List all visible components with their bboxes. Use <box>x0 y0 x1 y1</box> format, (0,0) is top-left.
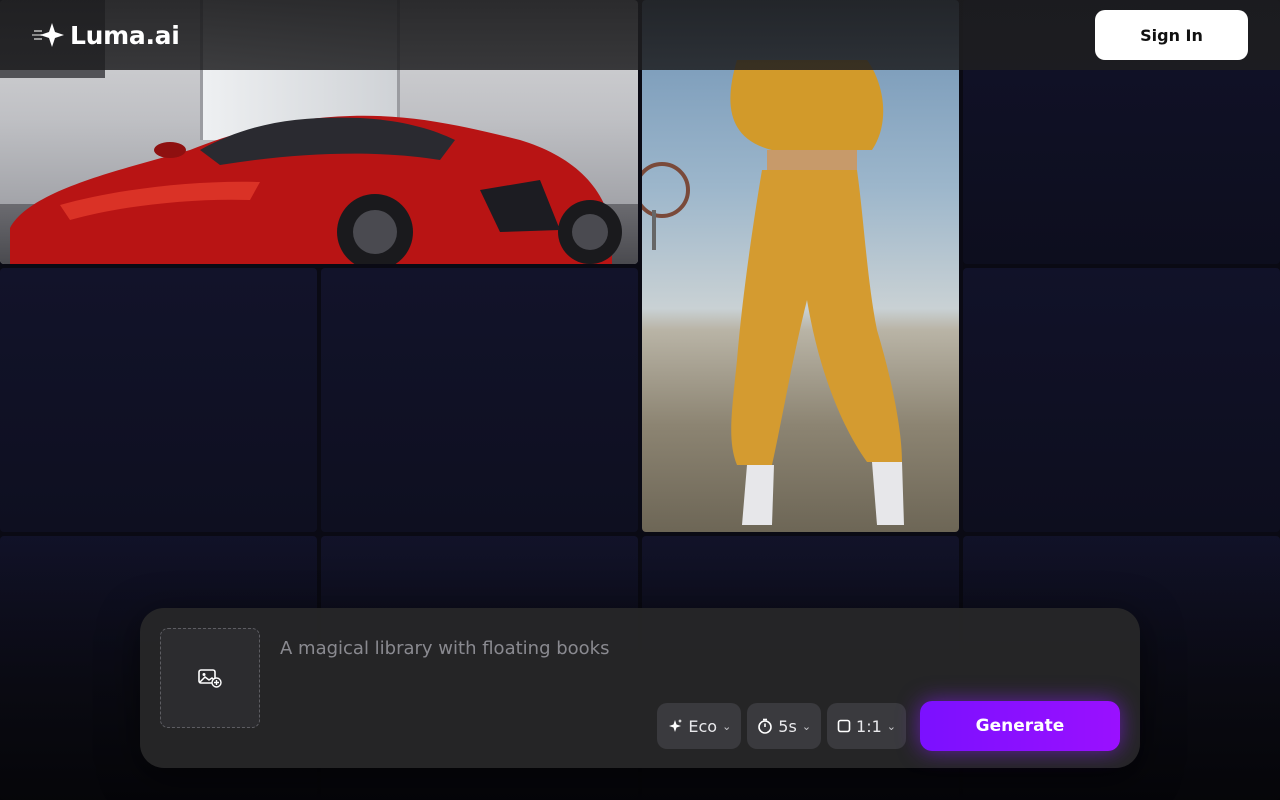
timer-icon <box>758 718 773 734</box>
image-upload-button[interactable] <box>160 628 260 728</box>
generate-button[interactable]: Generate <box>920 701 1120 751</box>
prompt-composer: Eco ⌄ 5s ⌄ 1:1 ⌄ Generate <box>140 608 1140 768</box>
gallery-tile-fashion[interactable] <box>642 0 959 532</box>
square-icon <box>837 719 851 733</box>
gallery-stage: Luma.ai Sign In Eco ⌄ <box>0 0 1280 800</box>
duration-label: 5s <box>778 716 797 736</box>
image-add-icon <box>198 669 222 688</box>
sparkle-icon <box>669 719 683 732</box>
chevron-down-icon: ⌄ <box>886 719 896 733</box>
model-label: Eco <box>688 716 718 736</box>
gallery-tile-empty-4[interactable] <box>963 268 1280 532</box>
site-header: Luma.ai Sign In <box>0 0 1280 70</box>
model-select[interactable]: Eco ⌄ <box>657 703 742 749</box>
duration-select[interactable]: 5s ⌄ <box>747 703 822 749</box>
logo-text: Luma.ai <box>70 20 180 50</box>
chevron-down-icon: ⌄ <box>801 719 812 733</box>
aspect-ratio-label: 1:1 <box>856 716 882 736</box>
sign-in-button[interactable]: Sign In <box>1095 10 1248 60</box>
aspect-ratio-select[interactable]: 1:1 ⌄ <box>827 703 906 749</box>
gallery-tile-empty-2[interactable] <box>0 268 317 532</box>
prompt-input[interactable] <box>280 628 1100 668</box>
generation-controls: Eco ⌄ 5s ⌄ 1:1 ⌄ Generate <box>657 701 1120 751</box>
chevron-down-icon: ⌄ <box>722 719 732 733</box>
gallery-tile-empty-3[interactable] <box>321 268 638 532</box>
luma-logo[interactable]: Luma.ai <box>32 21 180 50</box>
yellow-outfit-image <box>642 60 904 525</box>
luma-sparkle-logo-icon <box>32 23 64 47</box>
